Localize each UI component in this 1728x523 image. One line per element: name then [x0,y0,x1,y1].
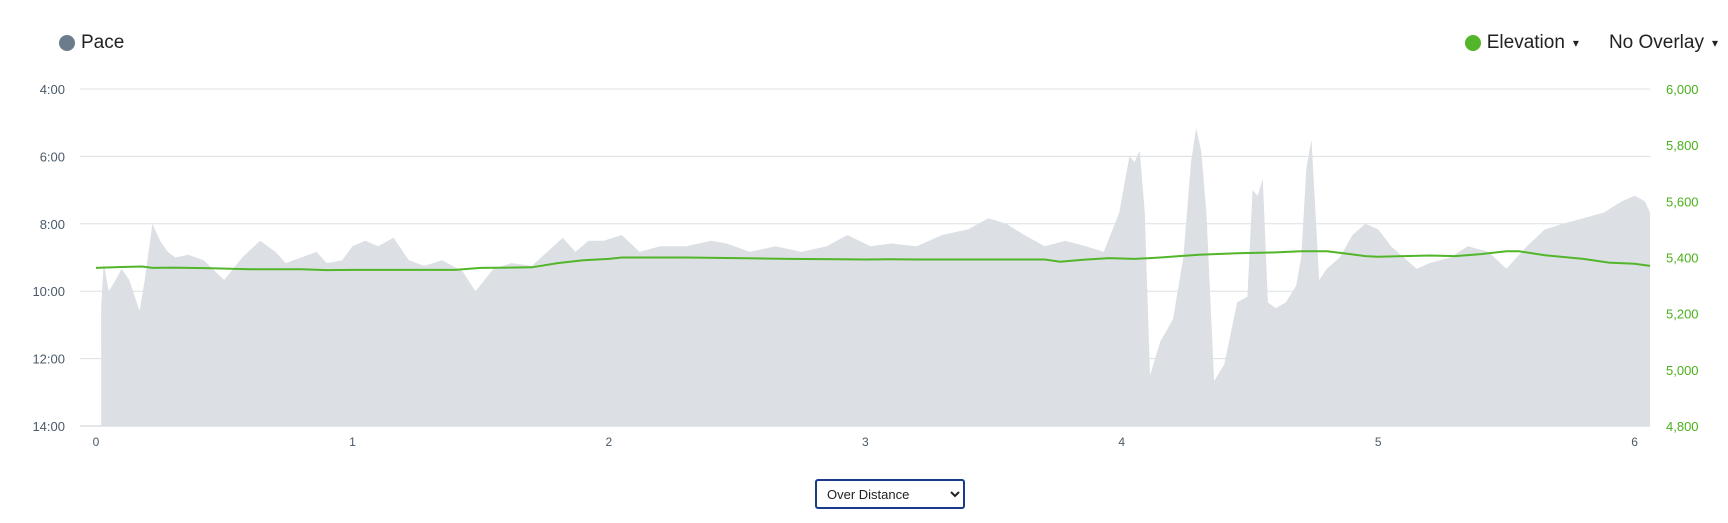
y-tick-label-left: 12:00 [32,352,65,367]
y-tick-label-right: 4,800 [1666,419,1699,434]
pace-elevation-chart: 4:00 6:00 8:00 10:00 12:00 14:00 6,000 5,800 5,6… [32,82,1699,449]
x-tick-label: 3 [862,435,869,449]
x-tick-label: 2 [606,435,613,449]
y-tick-label-left: 14:00 [32,419,65,434]
y-tick-label-left: 8:00 [40,217,65,232]
x-tick-label: 6 [1631,435,1638,449]
x-tick-label: 4 [1118,435,1125,449]
y-tick-label-right: 6,000 [1666,82,1699,97]
y-tick-label-left: 4:00 [40,82,65,97]
x-tick-label: 5 [1375,435,1382,449]
y-tick-label-right: 5,600 [1666,194,1699,209]
chart-mode-select[interactable]: Over Distance [815,479,965,509]
y-tick-label-right: 5,200 [1666,307,1699,322]
x-tick-label: 1 [349,435,356,449]
y-tick-label-left: 6:00 [40,149,65,164]
y-tick-label-right: 5,000 [1666,363,1699,378]
y-tick-label-right: 5,400 [1666,251,1699,266]
chart-mode-select-wrap: Over Distance [815,479,965,509]
y-tick-label-right: 5,800 [1666,138,1699,153]
y-tick-label-left: 10:00 [32,284,65,299]
pace-area-series [101,128,1651,427]
x-tick-label: 0 [93,435,100,449]
